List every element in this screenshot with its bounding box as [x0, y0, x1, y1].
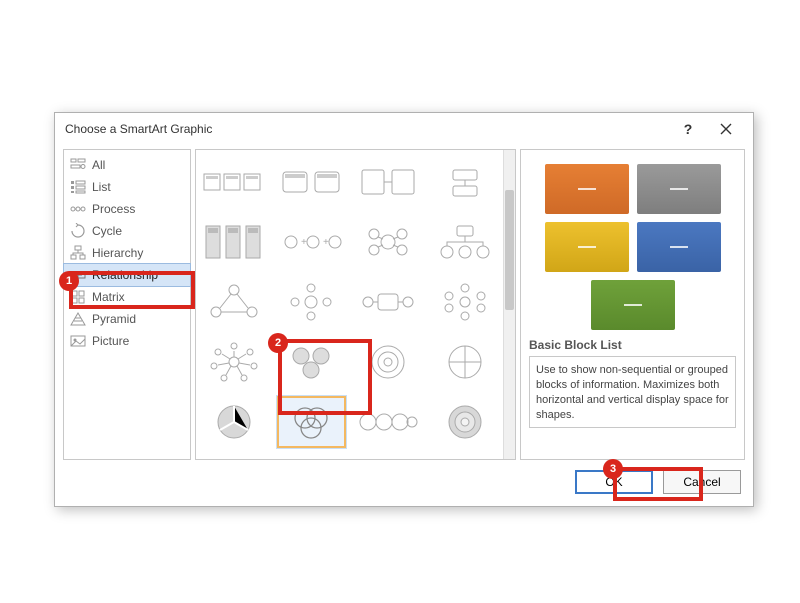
sidebar-item-pyramid[interactable]: Pyramid — [64, 308, 190, 330]
gallery-thumb[interactable] — [277, 276, 346, 328]
sidebar-item-picture[interactable]: Picture — [64, 330, 190, 352]
dialog-title: Choose a SmartArt Graphic — [65, 122, 669, 136]
sidebar-item-hierarchy[interactable]: Hierarchy — [64, 242, 190, 264]
sidebar-item-label: Cycle — [92, 224, 122, 238]
gallery-row — [200, 276, 499, 328]
gallery-row — [200, 156, 499, 208]
preview-panel: Basic Block List Use to show non-sequent… — [520, 149, 745, 460]
cancel-button[interactable]: Cancel — [663, 470, 741, 494]
gallery-thumb[interactable] — [430, 276, 499, 328]
gallery-thumb[interactable] — [430, 156, 499, 208]
gallery-thumb[interactable] — [200, 276, 269, 328]
close-button[interactable] — [707, 115, 745, 143]
pyramid-icon — [70, 311, 86, 327]
sidebar-item-label: Relationship — [92, 268, 158, 282]
gallery-thumb-selected[interactable] — [277, 396, 346, 448]
process-icon — [70, 201, 86, 217]
sidebar-item-list[interactable]: List — [64, 176, 190, 198]
gallery-thumb[interactable] — [200, 156, 269, 208]
sidebar-item-label: Hierarchy — [92, 246, 143, 260]
smartart-dialog: Choose a SmartArt Graphic ? All List Pro… — [54, 112, 754, 507]
gallery-thumb[interactable] — [277, 336, 346, 388]
dialog-body: All List Process Cycle Hierarchy Relatio… — [55, 145, 753, 460]
help-button[interactable]: ? — [669, 115, 707, 143]
preview-info: Basic Block List Use to show non-sequent… — [529, 330, 736, 428]
relationship-icon — [70, 267, 86, 283]
list-icon — [70, 179, 86, 195]
sidebar-item-matrix[interactable]: Matrix — [64, 286, 190, 308]
cycle-icon — [70, 223, 86, 239]
gallery-thumb[interactable] — [354, 396, 423, 448]
gallery-row: ++ — [200, 216, 499, 268]
sidebar-item-cycle[interactable]: Cycle — [64, 220, 190, 242]
gallery-thumb[interactable] — [354, 336, 423, 388]
gallery-thumb[interactable]: ++ — [277, 216, 346, 268]
preview-block — [591, 280, 675, 330]
gallery-thumb[interactable] — [354, 276, 423, 328]
dialog-footer: OK Cancel — [55, 460, 753, 506]
title-bar: Choose a SmartArt Graphic ? — [55, 113, 753, 145]
preview-graphic — [529, 160, 736, 330]
svg-text:+: + — [323, 237, 329, 248]
picture-icon — [70, 333, 86, 349]
sidebar-item-label: Pyramid — [92, 312, 136, 326]
gallery-thumb[interactable] — [430, 216, 499, 268]
preview-block — [545, 164, 629, 214]
gallery-thumb[interactable] — [200, 456, 272, 459]
gallery-panel: ++ — [195, 149, 516, 460]
gallery-thumb[interactable] — [277, 156, 346, 208]
close-icon — [720, 123, 732, 135]
sidebar-item-label: List — [92, 180, 111, 194]
gallery-thumb[interactable] — [354, 156, 423, 208]
sidebar-item-relationship[interactable]: Relationship — [64, 264, 190, 286]
sidebar-item-label: Matrix — [92, 290, 125, 304]
gallery-row — [200, 456, 499, 459]
gallery-thumb[interactable] — [200, 396, 269, 448]
preview-info-desc: Use to show non-sequential or grouped bl… — [529, 356, 736, 428]
svg-text:+: + — [301, 237, 307, 248]
sidebar-item-label: Process — [92, 202, 135, 216]
sidebar-item-process[interactable]: Process — [64, 198, 190, 220]
sidebar-item-all[interactable]: All — [64, 154, 190, 176]
matrix-icon — [70, 289, 86, 305]
sidebar-item-label: All — [92, 158, 105, 172]
preview-info-title: Basic Block List — [529, 338, 736, 352]
preview-block — [637, 164, 721, 214]
gallery-thumb[interactable] — [200, 216, 269, 268]
gallery-thumb[interactable] — [430, 336, 499, 388]
ok-button[interactable]: OK — [575, 470, 653, 494]
gallery-thumb[interactable] — [354, 216, 423, 268]
gallery-row — [200, 336, 499, 388]
gallery-grid: ++ — [196, 150, 503, 459]
gallery-thumb[interactable] — [200, 336, 269, 388]
preview-block — [637, 222, 721, 272]
gallery-thumb[interactable] — [430, 396, 499, 448]
gallery-scrollbar[interactable] — [503, 150, 515, 459]
hierarchy-icon — [70, 245, 86, 261]
sidebar-item-label: Picture — [92, 334, 129, 348]
scrollbar-thumb[interactable] — [505, 190, 514, 310]
gallery-row — [200, 396, 499, 448]
all-icon — [70, 157, 86, 173]
preview-block — [545, 222, 629, 272]
category-sidebar: All List Process Cycle Hierarchy Relatio… — [63, 149, 191, 460]
